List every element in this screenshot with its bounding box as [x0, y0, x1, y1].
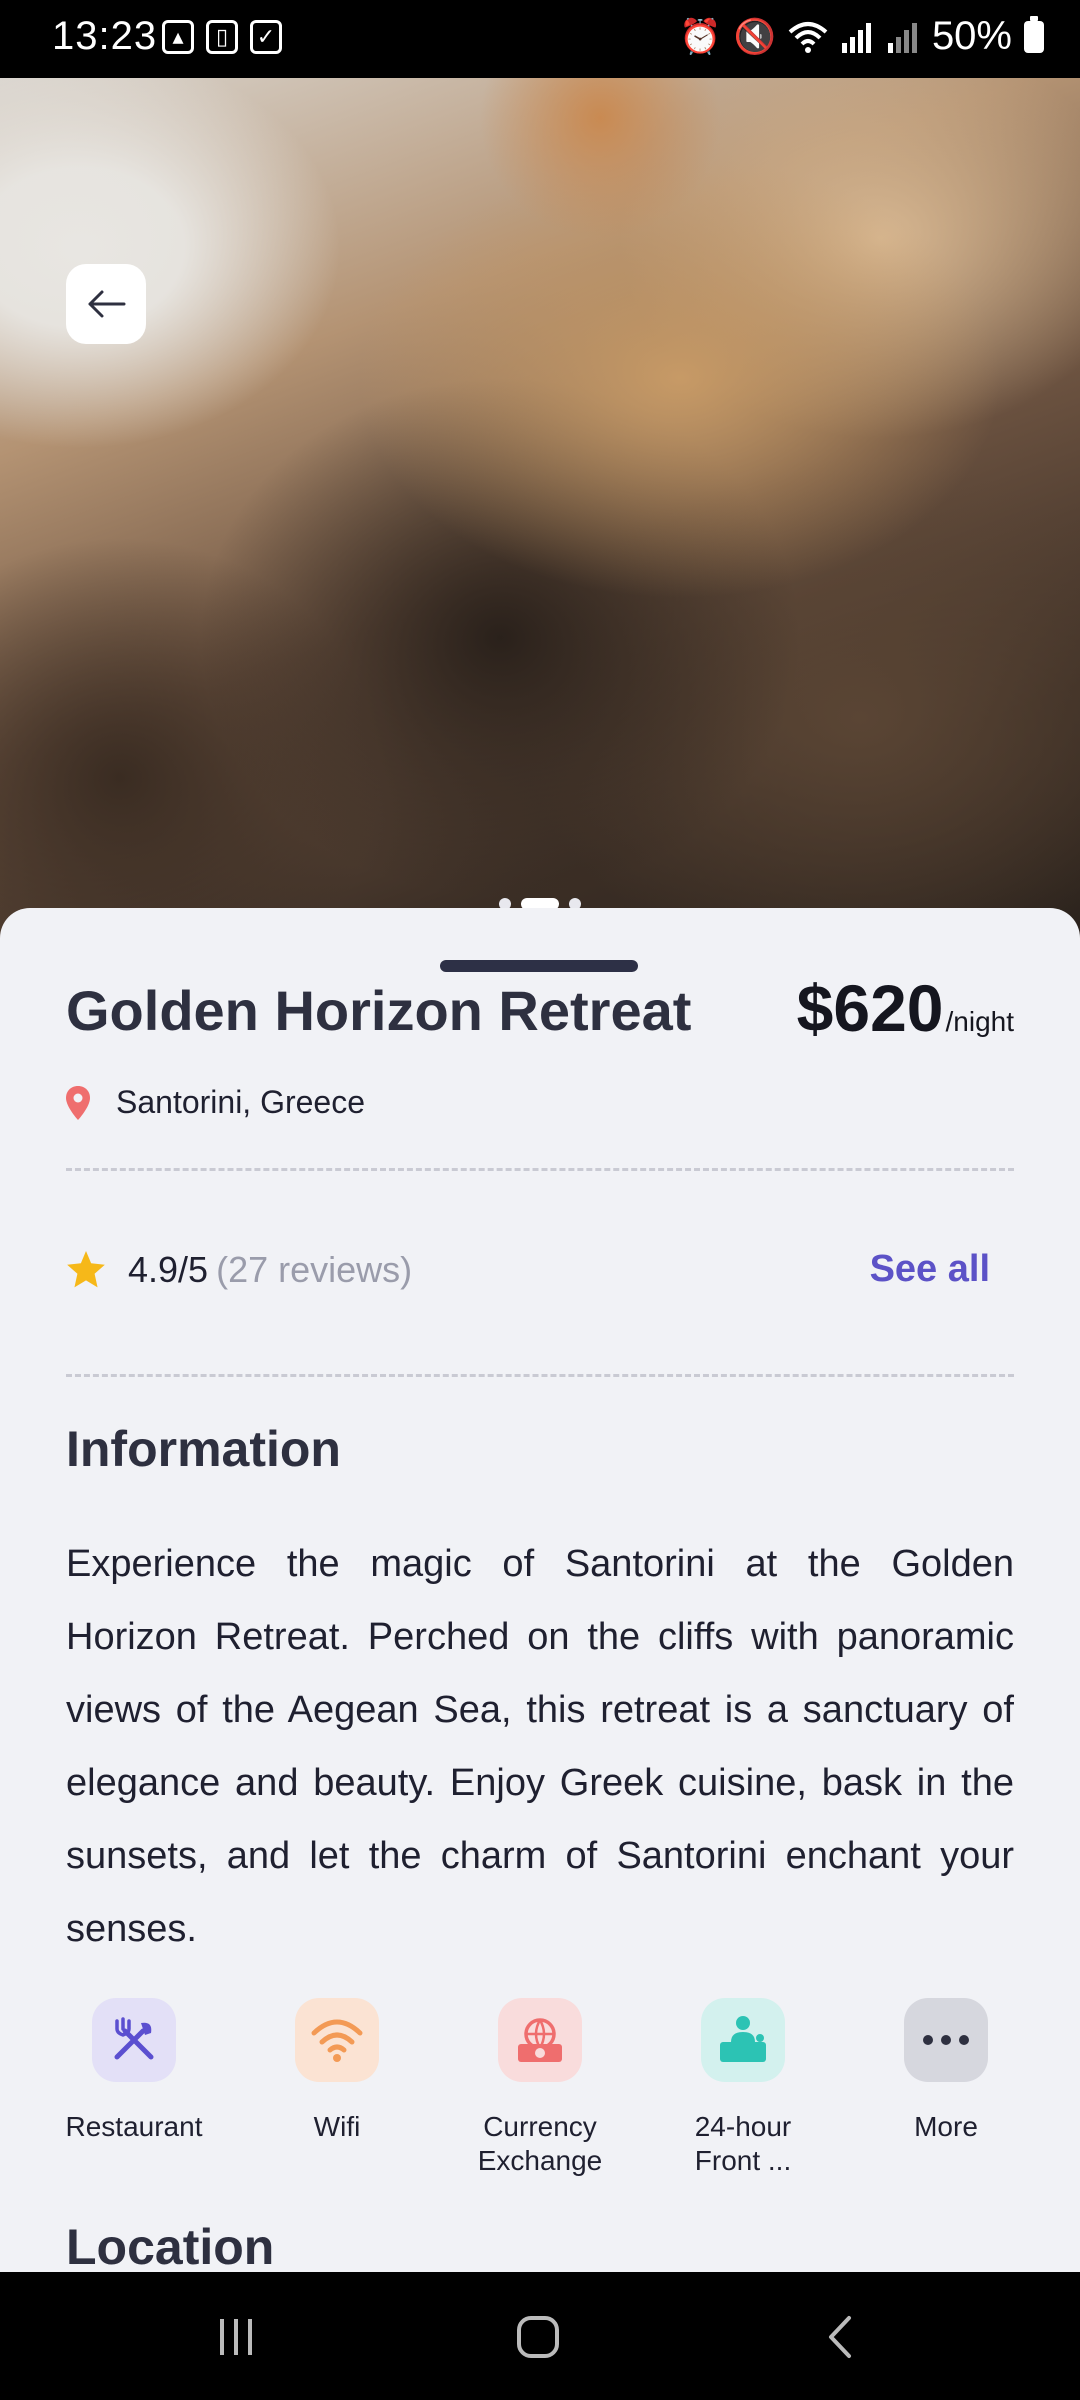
- front-desk-icon: [720, 2016, 766, 2062]
- amenity-icon-tile: [701, 1998, 785, 2082]
- detail-sheet: Golden Horizon Retreat $620 /night Santo…: [0, 908, 1080, 2272]
- amenity-icon-tile: [498, 1998, 582, 2082]
- divider: [66, 1374, 1014, 1377]
- chevron-left-icon: [829, 2316, 851, 2358]
- amenity-label: Restaurant: [65, 2111, 203, 2142]
- map-pin-icon: [66, 1085, 90, 1120]
- amenity-icon-tile: [295, 1998, 379, 2082]
- wifi-status-icon: [788, 21, 828, 53]
- status-time: 13:23: [52, 14, 158, 58]
- currency-exchange-icon: [518, 2018, 562, 2062]
- alarm-icon: ⏰: [679, 17, 722, 56]
- back-nav-button[interactable]: [800, 2302, 880, 2372]
- notification-icons: ▴ ▯ ✓: [162, 20, 282, 54]
- amenity-label: 24-hour Front ...: [694, 2111, 792, 2176]
- location-heading: Location: [66, 2219, 275, 2272]
- restaurant-icon: [114, 2017, 154, 2060]
- recent-apps-icon: [220, 2319, 252, 2355]
- rating-row: 4.9/5 (27 reviews) See all: [66, 1248, 1014, 1291]
- status-right: ⏰ 🔇 50%: [679, 14, 1044, 59]
- information-heading: Information: [66, 1421, 341, 1477]
- location-text: Santorini, Greece: [116, 1084, 366, 1120]
- divider: [66, 1168, 1014, 1171]
- amenity-icon-tile: [92, 1998, 176, 2082]
- review-count: (27 reviews): [216, 1248, 413, 1290]
- amenity-label: Currency Exchange: [477, 2111, 603, 2176]
- amenity-restaurant[interactable]: Restaurant: [50, 1998, 218, 2178]
- location-row: Santorini, Greece: [66, 1084, 365, 1121]
- arrow-left-icon: [88, 290, 126, 318]
- rating-value: 4.9/5: [128, 1248, 209, 1290]
- information-text: Experience the magic of Santorini at the…: [66, 1543, 1014, 1950]
- back-button[interactable]: [66, 264, 146, 344]
- amenity-currency-exchange[interactable]: Currency Exchange: [456, 1998, 624, 2178]
- signal-icon: [841, 22, 871, 53]
- see-all-reviews-link[interactable]: See all: [870, 1248, 990, 1291]
- mute-icon: 🔇: [733, 17, 776, 56]
- amenity-wifi[interactable]: Wifi: [253, 1998, 421, 2178]
- amenity-label: More: [914, 2111, 978, 2142]
- battery-percent: 50%: [931, 14, 1012, 58]
- amenity-label: Wifi: [313, 2111, 361, 2142]
- star-icon: [67, 1250, 105, 1287]
- signal-2-icon: [887, 22, 917, 53]
- amenity-icon-tile: [904, 1998, 988, 2082]
- home-button[interactable]: [498, 2302, 578, 2372]
- hotel-name: Golden Horizon Retreat: [66, 979, 692, 1042]
- price: $620 /night: [797, 970, 1014, 1046]
- wifi-icon: [311, 2019, 363, 2062]
- check-icon: ✓: [250, 20, 282, 54]
- amenity-more[interactable]: More: [862, 1998, 1030, 2178]
- price-unit: /night: [945, 1006, 1015, 1037]
- system-nav-bar: [0, 2272, 1080, 2400]
- status-bar: 13:23 ▴ ▯ ✓ ⏰ 🔇 50%: [0, 0, 1080, 78]
- amenity-front-desk[interactable]: 24-hour Front ...: [659, 1998, 827, 2178]
- more-icon: [923, 2035, 969, 2045]
- amenities-row: Restaurant Wifi Currency Exchange 24-hou…: [50, 1998, 1030, 2178]
- hotel-photo[interactable]: [0, 78, 1080, 938]
- battery-icon: [1024, 15, 1044, 53]
- price-amount: $620: [796, 971, 944, 1045]
- gallery-icon: ▴: [162, 20, 194, 54]
- phone-icon: ▯: [206, 20, 238, 54]
- recent-apps-button[interactable]: [196, 2302, 276, 2372]
- drag-handle[interactable]: [440, 960, 638, 972]
- home-icon: [517, 2316, 559, 2358]
